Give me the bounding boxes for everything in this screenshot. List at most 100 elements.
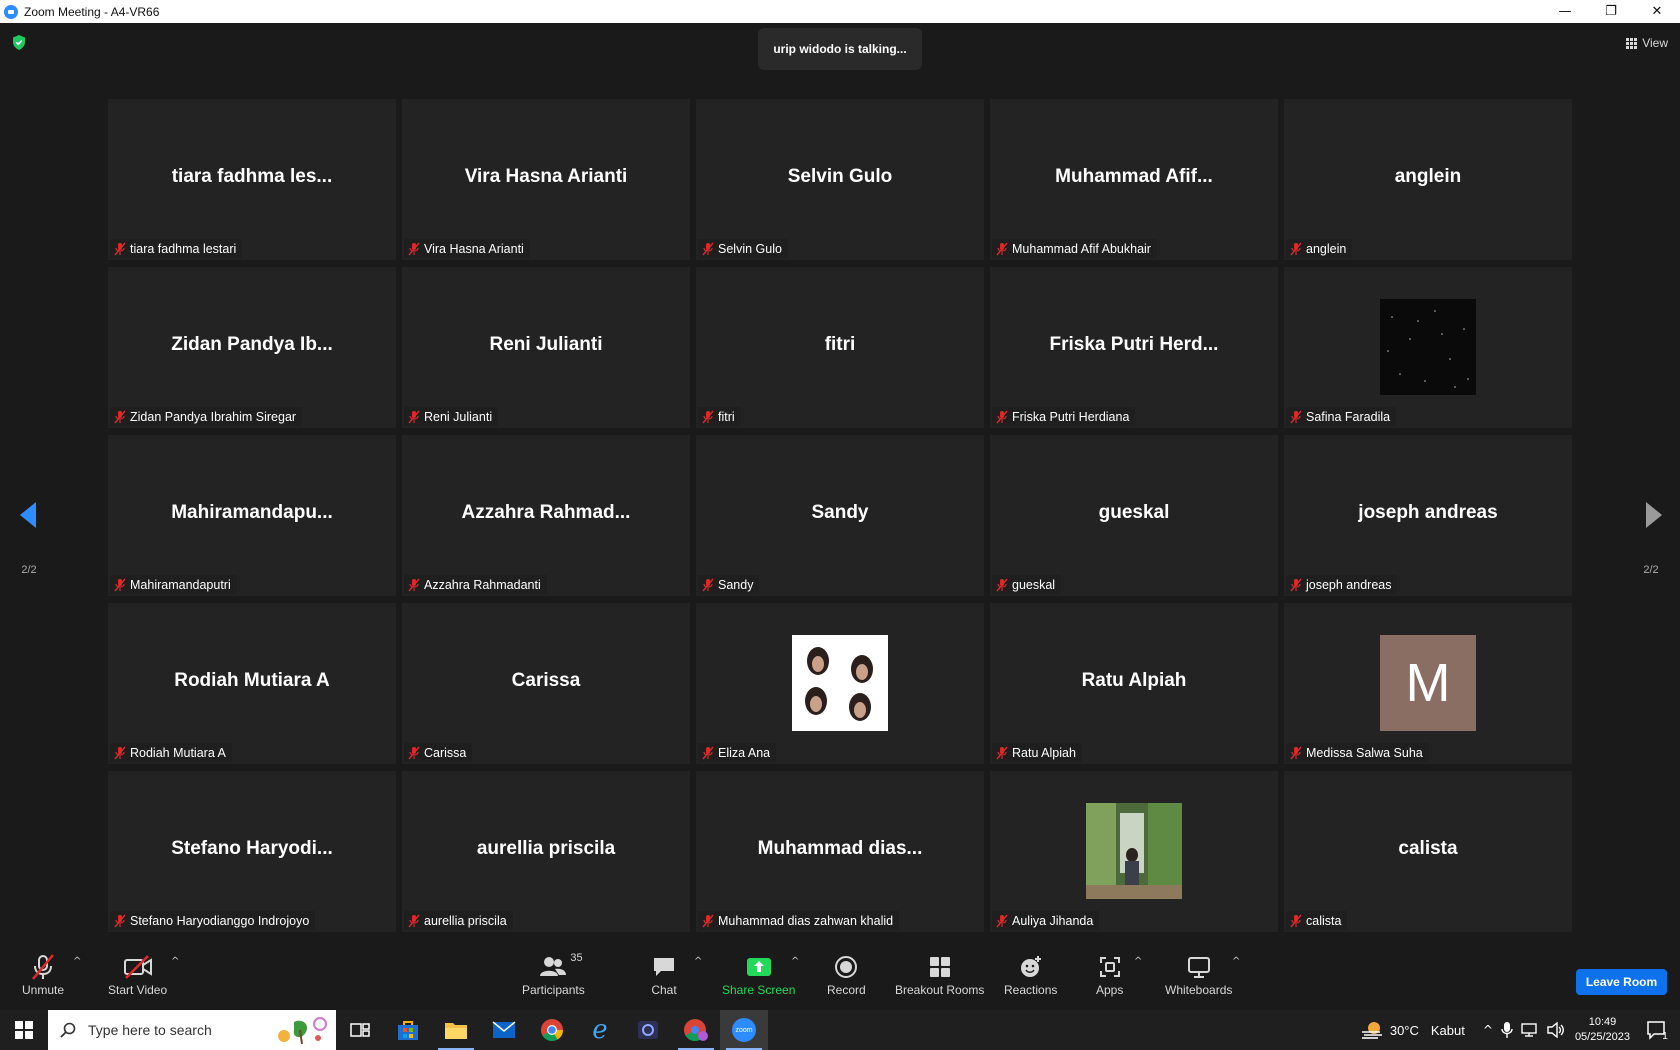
participant-letter-avatar: M [1380, 635, 1476, 731]
participant-tile[interactable]: Mahiramandapu... Mahiramandaputri [108, 435, 396, 596]
participant-tile[interactable]: Stefano Haryodi... Stefano Haryodianggo I… [108, 771, 396, 932]
chat-options-caret[interactable]: ^ [694, 956, 702, 967]
restore-button[interactable]: ❐ [1588, 0, 1634, 23]
mic-muted-icon [113, 578, 127, 592]
show-hidden-icons-chevron-icon[interactable]: ^ [1483, 1023, 1493, 1037]
notification-center-button[interactable]: 1 [1642, 1019, 1672, 1042]
mic-muted-icon [701, 578, 715, 592]
participant-tile[interactable]: Friska Putri Herd... Friska Putri Herdian… [990, 267, 1278, 428]
unmute-button[interactable]: Unmute [22, 954, 64, 997]
mail-taskbar-button[interactable] [480, 1010, 528, 1050]
whiteboards-button[interactable]: Whiteboards [1165, 954, 1232, 997]
chrome-profile-taskbar-button[interactable] [672, 1010, 720, 1050]
breakout-rooms-button[interactable]: Breakout Rooms [895, 954, 984, 997]
windows-start-button[interactable] [0, 1010, 48, 1050]
participant-tile[interactable]: Vira Hasna Arianti Vira Hasna Arianti [402, 99, 690, 260]
mic-muted-icon [407, 242, 421, 256]
participant-tile[interactable]: Sandy Sandy [696, 435, 984, 596]
participant-display-name: Zidan Pandya Ib... [171, 334, 333, 355]
participant-tile[interactable]: Muhammad dias... Muhammad dias zahwan kha… [696, 771, 984, 932]
security-shield-icon[interactable] [12, 35, 26, 50]
windows-taskbar: e zoom 30°C Kabut [0, 1010, 1680, 1050]
audio-options-caret[interactable]: ^ [73, 956, 81, 967]
mic-muted-icon [995, 746, 1009, 760]
participant-tile[interactable]: Selvin Gulo Selvin Gulo [696, 99, 984, 260]
participant-tile[interactable]: Carissa Carissa [402, 603, 690, 764]
microsoft-store-taskbar-button[interactable] [384, 1010, 432, 1050]
participant-display-name: calista [1398, 838, 1458, 859]
participant-name-label: Mahiramandaputri [110, 575, 237, 594]
internet-explorer-taskbar-button[interactable]: e [576, 1010, 624, 1050]
whiteboard-icon [1186, 954, 1212, 980]
microphone-tray-icon[interactable] [1501, 1022, 1513, 1038]
network-icon[interactable] [1521, 1022, 1539, 1038]
participant-tile[interactable]: Muhammad Afif... Muhammad Afif Abukhair [990, 99, 1278, 260]
share-screen-button[interactable]: Share Screen [722, 954, 795, 997]
mic-muted-icon [701, 746, 715, 760]
volume-icon[interactable] [1547, 1022, 1565, 1038]
share-options-caret[interactable]: ^ [791, 956, 799, 967]
participant-tile[interactable]: Eliza Ana [696, 603, 984, 764]
participant-tile[interactable]: Ratu Alpiah Ratu Alpiah [990, 603, 1278, 764]
mail-icon [492, 1021, 516, 1038]
participant-tile[interactable]: tiara fadhma les... tiara fadhma lestari [108, 99, 396, 260]
minimize-button[interactable]: — [1542, 0, 1588, 23]
taskbar-clock[interactable]: 10:49 05/25/2023 [1575, 1015, 1630, 1045]
apps-icon [1097, 954, 1123, 980]
task-view-button[interactable] [336, 1010, 384, 1050]
participant-full-name: aurellia priscila [424, 913, 507, 928]
participant-tile[interactable]: joseph andreas joseph andreas [1284, 435, 1572, 596]
close-button[interactable]: ✕ [1634, 0, 1680, 23]
window-controls: — ❐ ✕ [1542, 0, 1680, 23]
reactions-smiley-icon [1018, 954, 1044, 980]
reactions-button[interactable]: Reactions [1004, 954, 1057, 997]
whiteboards-options-caret[interactable]: ^ [1232, 956, 1240, 967]
view-button[interactable]: View [1626, 33, 1668, 53]
participant-tile[interactable]: Azzahra Rahmad... Azzahra Rahmadanti [402, 435, 690, 596]
record-button[interactable]: Record [827, 954, 866, 997]
participant-name-label: Selvin Gulo [698, 239, 788, 258]
chat-button[interactable]: Chat [651, 954, 677, 997]
participant-display-name: fitri [824, 334, 856, 355]
participant-tile[interactable]: aurellia priscila aurellia priscila [402, 771, 690, 932]
camera-app-taskbar-button[interactable] [624, 1010, 672, 1050]
weather-haze-icon [1361, 1022, 1382, 1039]
taskbar-search-input[interactable] [88, 1022, 278, 1038]
mic-muted-icon [1289, 410, 1303, 424]
previous-page-arrow-icon[interactable] [19, 501, 37, 529]
start-video-button[interactable]: Start Video [108, 954, 167, 997]
participant-full-name: Auliya Jihanda [1012, 913, 1094, 928]
weather-description: Kabut [1430, 1022, 1465, 1038]
participant-full-name: joseph andreas [1306, 577, 1392, 592]
apps-button[interactable]: Apps [1096, 954, 1123, 997]
participant-tile[interactable]: Safina Faradila [1284, 267, 1572, 428]
apps-options-caret[interactable]: ^ [1134, 956, 1142, 967]
chrome-taskbar-button[interactable] [528, 1010, 576, 1050]
participant-full-name: Muhammad Afif Abukhair [1012, 241, 1151, 256]
participant-name-label: Auliya Jihanda [992, 911, 1100, 930]
participant-tile[interactable]: Zidan Pandya Ib... Zidan Pandya Ibrahim S… [108, 267, 396, 428]
video-options-caret[interactable]: ^ [171, 956, 179, 967]
participant-tile[interactable]: Rodiah Mutiara A Rodiah Mutiara A [108, 603, 396, 764]
participants-icon: 35 [538, 952, 583, 980]
participant-tile[interactable]: anglein anglein [1284, 99, 1572, 260]
participant-name-label: Sandy [698, 575, 760, 594]
file-explorer-taskbar-button[interactable] [432, 1010, 480, 1050]
participants-button[interactable]: 35 Participants [522, 952, 585, 997]
participant-tile[interactable]: calista calista [1284, 771, 1572, 932]
next-page-arrow-icon[interactable] [1645, 501, 1663, 529]
participant-tile[interactable]: gueskal gueskal [990, 435, 1278, 596]
participant-tile[interactable]: Auliya Jihanda [990, 771, 1278, 932]
participant-tile[interactable]: fitri fitri [696, 267, 984, 428]
leave-room-button[interactable]: Leave Room [1576, 969, 1667, 995]
weather-widget[interactable]: 30°C Kabut [1360, 1020, 1465, 1040]
participant-display-name: aurellia priscila [476, 838, 616, 859]
tray-icons: ^ [1483, 1022, 1565, 1038]
participant-tile[interactable]: Reni Julianti Reni Julianti [402, 267, 690, 428]
zoom-taskbar-button[interactable]: zoom [720, 1010, 768, 1050]
mic-muted-icon [407, 578, 421, 592]
taskbar-search-box[interactable] [48, 1010, 336, 1050]
participant-name-label: Rodiah Mutiara A [110, 743, 232, 762]
gallery-grid-icon [1626, 37, 1638, 49]
participant-tile[interactable]: M Medissa Salwa Suha [1284, 603, 1572, 764]
